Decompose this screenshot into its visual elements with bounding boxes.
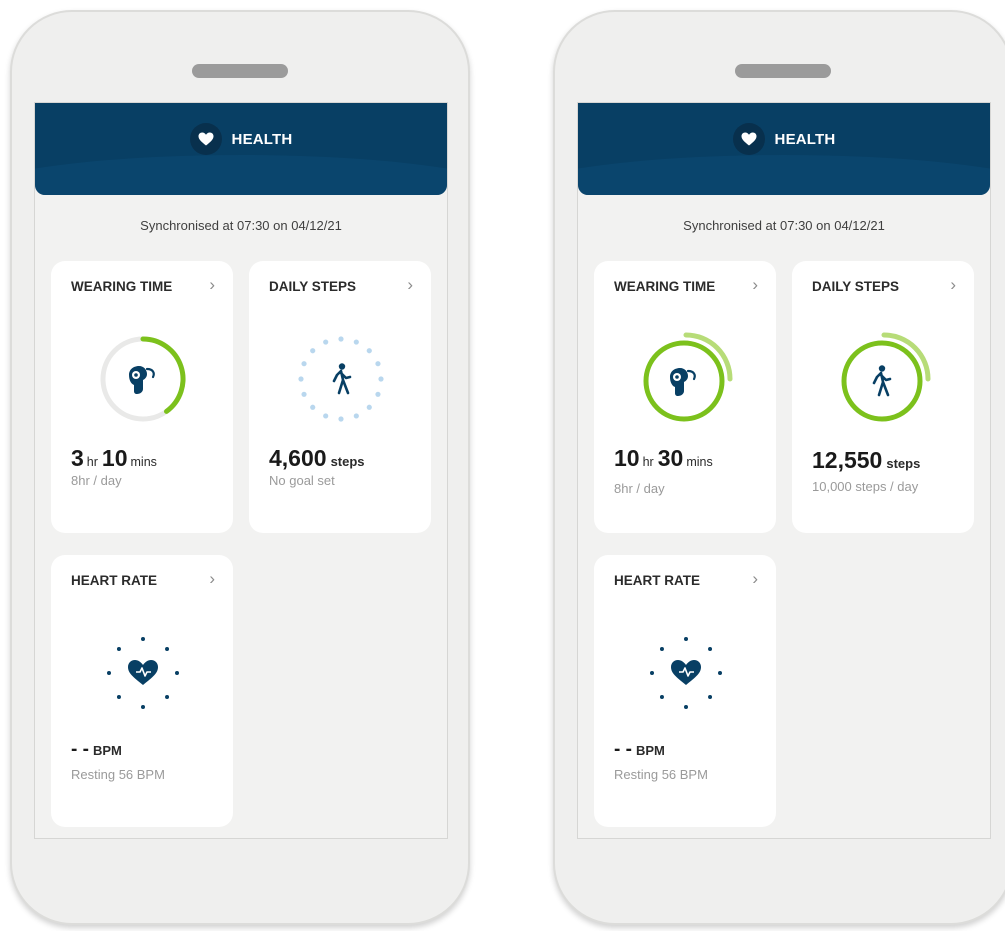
phone-frame-right: HEALTH Synchronised at 07:30 on 04/12/21… — [553, 10, 1005, 925]
daily-steps-card[interactable]: DAILY STEPS › 12,550 steps 10,000 steps /… — [792, 261, 974, 533]
heart-rate-value: - - BPM — [71, 739, 122, 760]
ring-dot — [375, 391, 381, 397]
sync-status: Synchronised at 07:30 on 04/12/21 — [140, 218, 342, 233]
chevron-right-icon: › — [209, 569, 215, 588]
ring-dot — [323, 339, 329, 345]
phone-speaker — [192, 64, 288, 78]
wearing-time-value: 10 hr 30 mins — [614, 445, 713, 471]
chevron-right-icon: › — [209, 275, 215, 294]
health-header: HEALTH — [578, 103, 990, 195]
pulse-dot — [659, 695, 664, 700]
card-title: WEARING TIME — [614, 279, 716, 294]
heart-rate-indicator — [101, 631, 185, 715]
ring-dot — [310, 348, 316, 354]
chevron-right-icon: › — [407, 275, 413, 294]
steps-value: 4,600 steps — [269, 445, 365, 471]
heart-rate-card[interactable]: HEART RATE › - - BPM Resting 56 BPM — [594, 555, 776, 827]
wearing-time-card[interactable]: WEARING TIME › 3 hr 10 mins 8hr / day — [51, 261, 233, 533]
chevron-right-icon: › — [752, 569, 758, 588]
health-header: HEALTH — [35, 103, 447, 195]
page-title: HEALTH — [231, 130, 293, 148]
heart-icon — [732, 123, 765, 155]
resting-heart-rate: Resting 56 BPM — [614, 767, 708, 782]
pulse-dot — [708, 695, 713, 700]
ring-dot — [353, 339, 359, 345]
ring-dot — [366, 404, 372, 410]
pulse-dot — [141, 637, 145, 641]
wearing-progress-ring — [95, 331, 191, 427]
ring-dot — [338, 416, 344, 422]
hearing-aid-icon — [670, 368, 696, 396]
pulse-dot — [107, 671, 111, 675]
resting-heart-rate: Resting 56 BPM — [71, 767, 165, 782]
heart-rate-value: - - BPM — [614, 739, 665, 760]
pulse-dot — [659, 646, 664, 651]
steps-goal: 10,000 steps / day — [812, 479, 919, 494]
heart-icon — [128, 660, 158, 685]
pulse-dot — [718, 671, 722, 675]
ring-dot — [378, 376, 384, 382]
ring-dot — [310, 404, 316, 410]
wearing-time-card[interactable]: WEARING TIME › 10 hr 30 mins 8hr / day — [594, 261, 776, 533]
steps-progress-ring — [832, 327, 936, 431]
pulse-dot — [650, 671, 654, 675]
pulse-dot — [708, 646, 713, 651]
heart-icon — [189, 123, 222, 155]
ring-dot — [338, 336, 344, 342]
steps-value: 12,550 steps — [812, 447, 921, 473]
card-title: HEART RATE — [71, 573, 157, 588]
health-screen: HEALTH Synchronised at 07:30 on 04/12/21… — [34, 102, 448, 839]
ring-dot — [353, 413, 359, 419]
card-title: WEARING TIME — [71, 279, 173, 294]
heart-rate-indicator — [644, 631, 728, 715]
ring-dot — [366, 348, 372, 354]
daily-steps-card[interactable]: DAILY STEPS › 4,600 steps No goal set — [249, 261, 431, 533]
ring-dot — [298, 376, 304, 382]
ring-dot — [323, 413, 329, 419]
phone-speaker — [735, 64, 831, 78]
steps-goal: No goal set — [269, 473, 335, 488]
card-title: DAILY STEPS — [269, 279, 357, 294]
wearing-goal: 8hr / day — [614, 481, 665, 496]
walking-person-icon — [332, 363, 352, 395]
pulse-dot — [684, 705, 688, 709]
ring-dot — [301, 391, 307, 397]
steps-dotted-ring — [293, 331, 389, 427]
ring-dot — [375, 361, 381, 367]
chevron-right-icon: › — [752, 275, 758, 294]
walking-person-icon — [872, 365, 892, 397]
page-title: HEALTH — [774, 130, 836, 148]
pulse-dot — [165, 646, 170, 651]
phone-frame-left: HEALTH Synchronised at 07:30 on 04/12/21… — [10, 10, 470, 925]
wearing-time-value: 3 hr 10 mins — [71, 445, 157, 471]
ring-dot — [301, 361, 307, 367]
pulse-dot — [684, 637, 688, 641]
heart-icon — [671, 660, 701, 685]
pulse-dot — [165, 695, 170, 700]
wearing-goal: 8hr / day — [71, 473, 122, 488]
card-title: HEART RATE — [614, 573, 700, 588]
health-screen: HEALTH Synchronised at 07:30 on 04/12/21… — [577, 102, 991, 839]
chevron-right-icon: › — [950, 275, 956, 294]
pulse-dot — [116, 695, 121, 700]
wearing-progress-ring — [634, 327, 738, 431]
pulse-dot — [175, 671, 179, 675]
pulse-dot — [141, 705, 145, 709]
hearing-aid-icon — [129, 366, 155, 394]
sync-status: Synchronised at 07:30 on 04/12/21 — [683, 218, 885, 233]
card-title: DAILY STEPS — [812, 279, 900, 294]
pulse-dot — [116, 646, 121, 651]
heart-rate-card[interactable]: HEART RATE › - - BPM Resting 56 BPM — [51, 555, 233, 827]
